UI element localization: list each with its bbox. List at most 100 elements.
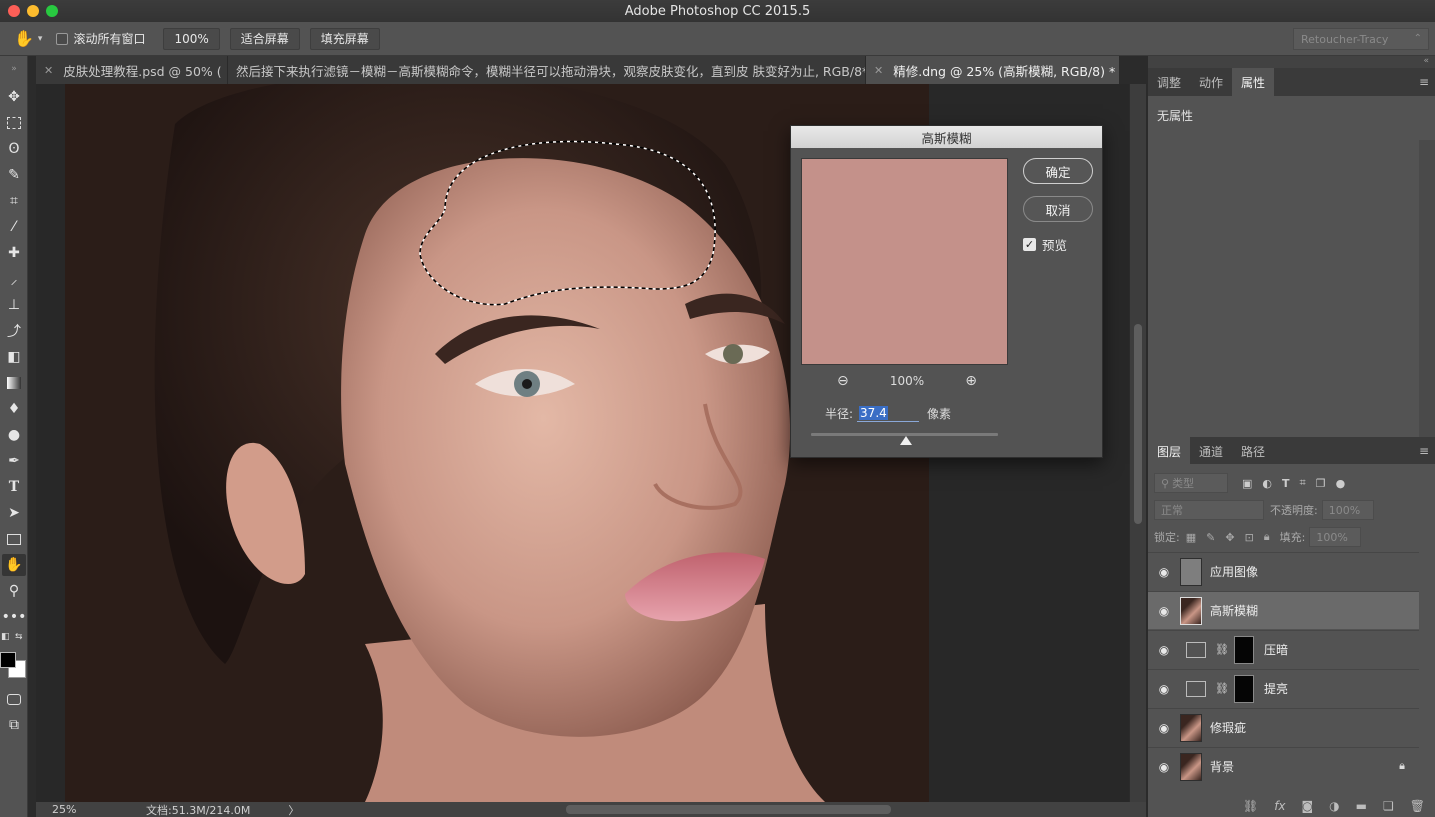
- tab-layers[interactable]: 图层: [1148, 437, 1191, 465]
- tab-properties[interactable]: 属性: [1232, 68, 1275, 96]
- radius-input[interactable]: 37.4: [857, 404, 920, 422]
- new-layer-icon[interactable]: ❏: [1383, 799, 1394, 813]
- tab-document-active[interactable]: ✕ 精修.dng @ 25% (高斯模糊, RGB/8) *: [866, 56, 1120, 84]
- zoom-100-button[interactable]: 100%: [163, 27, 220, 50]
- blur-preview-window[interactable]: [801, 158, 1008, 365]
- zoom-tool-icon[interactable]: ⚲: [2, 580, 26, 602]
- lock-position-icon[interactable]: ✥: [1225, 531, 1234, 544]
- new-group-icon[interactable]: ▬: [1356, 799, 1367, 813]
- link-icon[interactable]: ⛓: [1215, 643, 1229, 656]
- lock-transparent-icon[interactable]: ▦: [1186, 531, 1196, 544]
- properties-scrollbar[interactable]: [1419, 140, 1435, 446]
- add-mask-icon[interactable]: ◙: [1302, 799, 1314, 813]
- link-layers-icon[interactable]: ⛓: [1243, 799, 1258, 813]
- zoom-out-icon[interactable]: ⊖: [837, 373, 849, 389]
- scroll-thumb[interactable]: [1134, 324, 1142, 524]
- workspace-select[interactable]: Retoucher-Tracy ⌃: [1293, 28, 1429, 50]
- ok-button[interactable]: 确定: [1023, 158, 1093, 184]
- panel-menu-icon[interactable]: ≡: [1419, 75, 1429, 89]
- preview-checkbox[interactable]: ✓ 预览: [1023, 235, 1067, 254]
- history-brush-tool-icon[interactable]: ⤴: [2, 320, 26, 342]
- lock-pixels-icon[interactable]: ✎: [1206, 531, 1215, 544]
- rectangle-tool-icon[interactable]: [2, 528, 26, 550]
- healing-brush-tool-icon[interactable]: ✚: [2, 242, 26, 264]
- zoom-in-icon[interactable]: ⊕: [965, 373, 977, 389]
- cancel-button[interactable]: 取消: [1023, 196, 1093, 222]
- new-adjustment-layer-icon[interactable]: ◑: [1329, 799, 1339, 813]
- default-colors-icon[interactable]: ◧: [1, 632, 10, 642]
- hand-tool-icon[interactable]: ✋: [2, 554, 26, 576]
- eye-icon[interactable]: ◉: [1148, 643, 1180, 657]
- close-window-button[interactable]: [8, 5, 20, 17]
- fill-input[interactable]: 100%: [1309, 527, 1362, 547]
- filter-smart-object-icon[interactable]: ❐: [1316, 477, 1326, 490]
- foreground-color-swatch[interactable]: [0, 652, 16, 668]
- more-tools-icon[interactable]: •••: [2, 606, 27, 628]
- layer-row-selected[interactable]: ◉ 高斯模糊: [1148, 591, 1419, 629]
- screen-mode-icon[interactable]: ⧉: [2, 714, 26, 736]
- gradient-tool-icon[interactable]: [2, 372, 26, 394]
- path-selection-tool-icon[interactable]: ➤: [2, 502, 26, 524]
- fx-icon[interactable]: fx: [1274, 799, 1285, 813]
- layer-row[interactable]: ◉ ⛓ 提亮: [1148, 669, 1419, 707]
- scroll-all-windows-checkbox[interactable]: 滚动所有窗口: [56, 30, 145, 47]
- layer-row[interactable]: ◉ 修瑕疵: [1148, 708, 1419, 746]
- swap-colors-icon[interactable]: ⇆: [15, 632, 23, 642]
- zoom-level[interactable]: 25%: [52, 803, 128, 816]
- filter-pixel-icon[interactable]: ▣: [1242, 477, 1252, 490]
- move-tool-icon[interactable]: ✥: [2, 86, 26, 108]
- layer-row[interactable]: ◉ ⛓ 压暗: [1148, 630, 1419, 668]
- close-tab-icon[interactable]: ✕: [44, 64, 53, 77]
- collapse-toolbar-icon[interactable]: »: [2, 58, 26, 80]
- marquee-tool-icon[interactable]: [2, 112, 26, 134]
- hand-tool-icon[interactable]: ✋: [14, 29, 34, 48]
- status-menu-icon[interactable]: 〉: [288, 802, 299, 817]
- pen-tool-icon[interactable]: ✒: [2, 450, 26, 472]
- clone-stamp-tool-icon[interactable]: ⊥: [2, 294, 26, 316]
- dodge-tool-icon[interactable]: ●: [2, 424, 26, 446]
- layer-row[interactable]: ◉ 应用图像: [1148, 552, 1419, 590]
- layer-mask-thumbnail[interactable]: [1233, 674, 1254, 703]
- crop-tool-icon[interactable]: ⌗: [2, 190, 26, 212]
- brush-tool-icon[interactable]: ⸝: [2, 268, 26, 290]
- lock-all-icon[interactable]: 🔒︎: [1264, 530, 1270, 544]
- tab-paths[interactable]: 路径: [1232, 437, 1274, 465]
- filter-toggle-icon[interactable]: ●: [1336, 477, 1346, 490]
- blur-tool-icon[interactable]: ♦: [2, 398, 26, 420]
- quick-selection-tool-icon[interactable]: ✎: [2, 164, 26, 186]
- tab-document-2[interactable]: 然后接下来执行滤镜－模糊－高斯模糊命令，模糊半径可以拖动滑块，观察皮肤变化，直到…: [228, 56, 866, 84]
- vertical-scrollbar[interactable]: [1130, 84, 1146, 802]
- tab-actions[interactable]: 动作: [1190, 68, 1232, 96]
- lock-artboard-icon[interactable]: ⊡: [1245, 531, 1254, 544]
- eye-icon[interactable]: ◉: [1148, 682, 1180, 696]
- delete-layer-icon[interactable]: 🗑︎: [1410, 799, 1425, 813]
- tab-document-1[interactable]: ✕ 皮肤处理教程.psd @ 50% (: [36, 56, 228, 84]
- filter-type-icon[interactable]: T: [1282, 477, 1290, 490]
- quick-mask-icon[interactable]: [2, 688, 26, 710]
- fill-screen-button[interactable]: 填充屏幕: [309, 27, 380, 50]
- filter-kind-select[interactable]: ⚲ 类型: [1154, 473, 1228, 493]
- layer-mask-thumbnail[interactable]: [1233, 635, 1254, 664]
- layer-row[interactable]: ◉ 背景 🔒︎: [1148, 747, 1419, 785]
- radius-slider-thumb[interactable]: [900, 436, 912, 445]
- tab-adjustments[interactable]: 调整: [1148, 68, 1190, 96]
- tool-preset-dropdown-icon[interactable]: ▾: [38, 34, 43, 44]
- close-tab-icon[interactable]: ✕: [874, 64, 883, 77]
- eye-icon[interactable]: ◉: [1148, 721, 1180, 735]
- blend-mode-select[interactable]: 正常: [1154, 500, 1264, 520]
- tab-channels[interactable]: 通道: [1190, 437, 1232, 465]
- eyedropper-tool-icon[interactable]: ⁄: [2, 216, 26, 238]
- panel-menu-icon[interactable]: ≡: [1419, 444, 1429, 458]
- eye-icon[interactable]: ◉: [1148, 565, 1180, 579]
- link-icon[interactable]: ⛓: [1215, 682, 1229, 695]
- lasso-tool-icon[interactable]: ʘ: [2, 138, 26, 160]
- horizontal-scroll-thumb[interactable]: [566, 805, 891, 814]
- filter-shape-icon[interactable]: ⌗: [1300, 476, 1306, 490]
- eye-icon[interactable]: ◉: [1148, 604, 1180, 618]
- fit-screen-button[interactable]: 适合屏幕: [229, 27, 300, 50]
- eye-icon[interactable]: ◉: [1148, 760, 1180, 774]
- filter-adjustment-icon[interactable]: ◐: [1262, 477, 1272, 490]
- eraser-tool-icon[interactable]: ◧: [2, 346, 26, 368]
- collapse-panels-icon[interactable]: «: [1423, 56, 1429, 66]
- opacity-input[interactable]: 100%: [1321, 500, 1374, 520]
